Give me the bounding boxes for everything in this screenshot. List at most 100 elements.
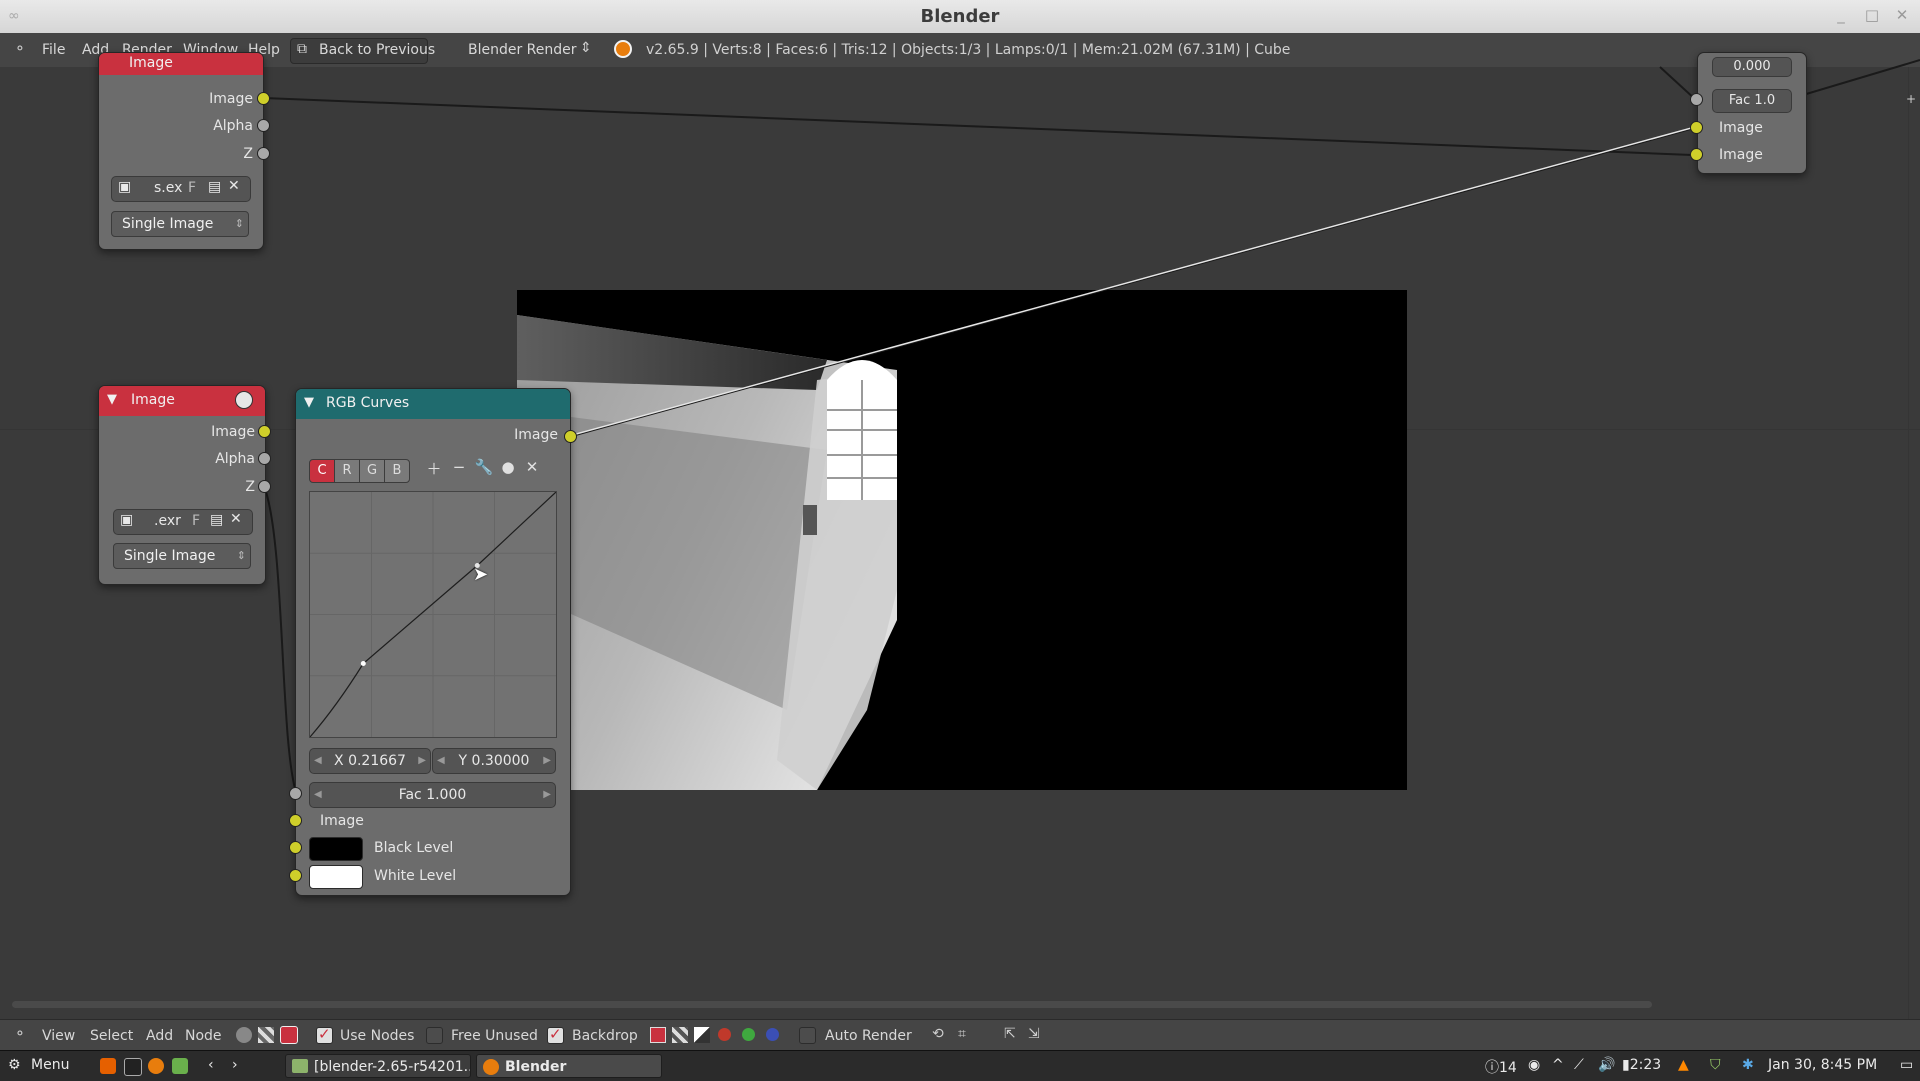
shield-icon[interactable]: ⛉ xyxy=(1710,1057,1721,1073)
socket-output-image[interactable] xyxy=(564,430,577,443)
menu-view[interactable]: View xyxy=(42,1028,75,1044)
image-node-top-fake-user[interactable]: F xyxy=(188,180,196,196)
rgb-curves-node[interactable]: ▼ RGB Curves Image C R G B ＋ − 🔧 ● ✕ ➤ ◀… xyxy=(295,388,571,896)
backdrop-checkbox[interactable] xyxy=(547,1025,564,1044)
image-node-mid-file[interactable]: ▣ .exr F ▤ ✕ xyxy=(113,509,253,535)
image-node-top[interactable]: Image Image Alpha Z ▣ s.ex F ▤ ✕ Single … xyxy=(98,52,264,250)
use-nodes-checkbox[interactable] xyxy=(316,1025,333,1044)
collapse-arrow-icon[interactable]: ▼ xyxy=(304,395,314,410)
free-unused-checkbox[interactable] xyxy=(426,1027,443,1044)
socket-input-image[interactable] xyxy=(289,814,302,827)
bluetooth-icon[interactable]: ✱ xyxy=(1742,1057,1754,1073)
editor-horizontal-scrollbar[interactable] xyxy=(12,1001,1652,1008)
backdrop-channels-icon[interactable] xyxy=(650,1027,666,1043)
decrement-arrow-icon[interactable]: ◀ xyxy=(314,749,322,773)
menu-select[interactable]: Select xyxy=(90,1028,133,1044)
composite-node-right[interactable]: 0.000 Fac 1.0 Image Image xyxy=(1697,52,1807,174)
open-file-icon[interactable]: ▤ xyxy=(210,512,223,528)
decrement-arrow-icon[interactable]: ◀ xyxy=(314,783,322,807)
socket-input-image[interactable] xyxy=(1690,121,1703,134)
clock[interactable]: Jan 30, 8:45 PM xyxy=(1768,1057,1877,1073)
socket-output-image[interactable] xyxy=(257,92,270,105)
node-preview-icon[interactable] xyxy=(235,391,253,409)
taskbar-item-blender[interactable]: Blender xyxy=(476,1054,662,1078)
copy-nodes-icon[interactable]: ⇱ xyxy=(1004,1026,1016,1042)
image-node-top-source-select[interactable]: Single Image ⇕ xyxy=(111,211,249,237)
vlc-tray-icon[interactable]: ▲ xyxy=(1678,1057,1689,1073)
collapse-arrow-icon[interactable]: ▼ xyxy=(107,392,117,407)
rgb-curves-header[interactable]: ▼ RGB Curves xyxy=(296,389,570,419)
curve-control-point[interactable] xyxy=(360,661,366,666)
socket-output-alpha[interactable] xyxy=(257,119,270,132)
camera-icon[interactable]: ◉ xyxy=(1528,1057,1540,1073)
image-node-mid[interactable]: ▼ Image Image Alpha Z ▣ .exr F ▤ ✕ Singl… xyxy=(98,385,266,585)
channel-combined-button[interactable]: C xyxy=(309,459,335,483)
back-arrow-icon[interactable]: ‹ xyxy=(208,1057,214,1073)
snap-icon[interactable]: ⟲ xyxy=(932,1026,944,1042)
show-desktop-icon[interactable]: ▭ xyxy=(1900,1057,1913,1073)
increment-arrow-icon[interactable]: ▶ xyxy=(418,749,426,773)
fac-slider[interactable]: ◀ Fac 1.000 ▶ xyxy=(309,782,556,808)
start-menu-button[interactable]: ⚙ Menu xyxy=(8,1057,69,1073)
taskbar-item-file-manager[interactable]: [blender-2.65-r54201... xyxy=(285,1054,471,1078)
backdrop-alpha-icon[interactable] xyxy=(672,1027,688,1043)
socket-output-alpha[interactable] xyxy=(258,452,271,465)
notifications-indicator[interactable]: ⓘ14 xyxy=(1485,1057,1517,1077)
unlink-icon[interactable]: ✕ xyxy=(228,178,240,194)
curve-editor[interactable] xyxy=(309,491,557,738)
curve-point-y-field[interactable]: ◀ Y 0.30000 ▶ xyxy=(432,748,556,774)
image-node-mid-fake-user[interactable]: F xyxy=(192,513,200,529)
terminal-launcher-icon[interactable] xyxy=(124,1058,142,1076)
tray-expand-icon[interactable]: ^ xyxy=(1552,1057,1564,1073)
black-level-swatch[interactable] xyxy=(309,837,363,861)
zoom-out-icon[interactable]: − xyxy=(449,458,469,476)
backdrop-color-icon[interactable] xyxy=(694,1027,710,1043)
snap-element-icon[interactable]: ⌗ xyxy=(958,1026,966,1042)
wrench-tools-icon[interactable]: 🔧 xyxy=(474,458,494,476)
curve-point-x-field[interactable]: ◀ X 0.21667 ▶ xyxy=(309,748,431,774)
decrement-arrow-icon[interactable]: ◀ xyxy=(437,749,445,773)
network-icon[interactable]: ⟋ xyxy=(1574,1057,1584,1073)
socket-input-fac[interactable] xyxy=(289,787,302,800)
paste-nodes-icon[interactable]: ⇲ xyxy=(1028,1026,1040,1042)
right-node-fac-field[interactable]: Fac 1.0 xyxy=(1712,89,1792,113)
compositing-nodes-icon[interactable] xyxy=(280,1026,298,1044)
socket-input-black-level[interactable] xyxy=(289,841,302,854)
volume-icon[interactable]: 🔊 xyxy=(1598,1057,1615,1073)
channel-blue-button[interactable]: B xyxy=(384,459,410,483)
increment-arrow-icon[interactable]: ▶ xyxy=(543,783,551,807)
socket-input-white-level[interactable] xyxy=(289,869,302,882)
channel-red-button[interactable]: R xyxy=(334,459,360,483)
delete-point-icon[interactable]: ✕ xyxy=(522,458,542,476)
socket-output-z[interactable] xyxy=(257,147,270,160)
unlink-icon[interactable]: ✕ xyxy=(230,511,242,527)
right-node-top-field[interactable]: 0.000 xyxy=(1712,57,1792,77)
socket-input-image[interactable] xyxy=(1690,148,1703,161)
image-browse-icon[interactable]: ▣ xyxy=(118,179,131,195)
region-expand-icon[interactable]: + xyxy=(1906,92,1916,106)
red-channel-icon[interactable] xyxy=(718,1028,731,1041)
increment-arrow-icon[interactable]: ▶ xyxy=(543,749,551,773)
socket-output-z[interactable] xyxy=(258,480,271,493)
white-level-swatch[interactable] xyxy=(309,865,363,889)
editor-type-icon[interactable]: ⚬ xyxy=(14,1026,26,1042)
image-node-mid-source-select[interactable]: Single Image ⇕ xyxy=(113,543,251,569)
image-viewer-launcher-icon[interactable] xyxy=(172,1058,188,1074)
image-node-mid-header[interactable]: ▼ Image xyxy=(99,386,265,416)
clip-settings-icon[interactable]: ● xyxy=(498,458,518,476)
open-file-icon[interactable]: ▤ xyxy=(208,179,221,195)
image-node-top-header[interactable]: Image xyxy=(99,53,263,75)
socket-output-image[interactable] xyxy=(258,425,271,438)
blue-channel-icon[interactable] xyxy=(766,1028,779,1041)
menu-node[interactable]: Node xyxy=(185,1028,222,1044)
zoom-in-icon[interactable]: ＋ xyxy=(424,458,444,479)
channel-green-button[interactable]: G xyxy=(359,459,385,483)
menu-add[interactable]: Add xyxy=(146,1028,173,1044)
texture-nodes-icon[interactable] xyxy=(258,1027,274,1043)
socket-input-fac[interactable] xyxy=(1690,93,1703,106)
auto-render-checkbox[interactable] xyxy=(799,1027,816,1044)
image-browse-icon[interactable]: ▣ xyxy=(120,512,133,528)
shader-nodes-icon[interactable] xyxy=(236,1027,252,1043)
blender-launcher-icon[interactable] xyxy=(148,1058,164,1074)
forward-arrow-icon[interactable]: › xyxy=(232,1057,238,1073)
